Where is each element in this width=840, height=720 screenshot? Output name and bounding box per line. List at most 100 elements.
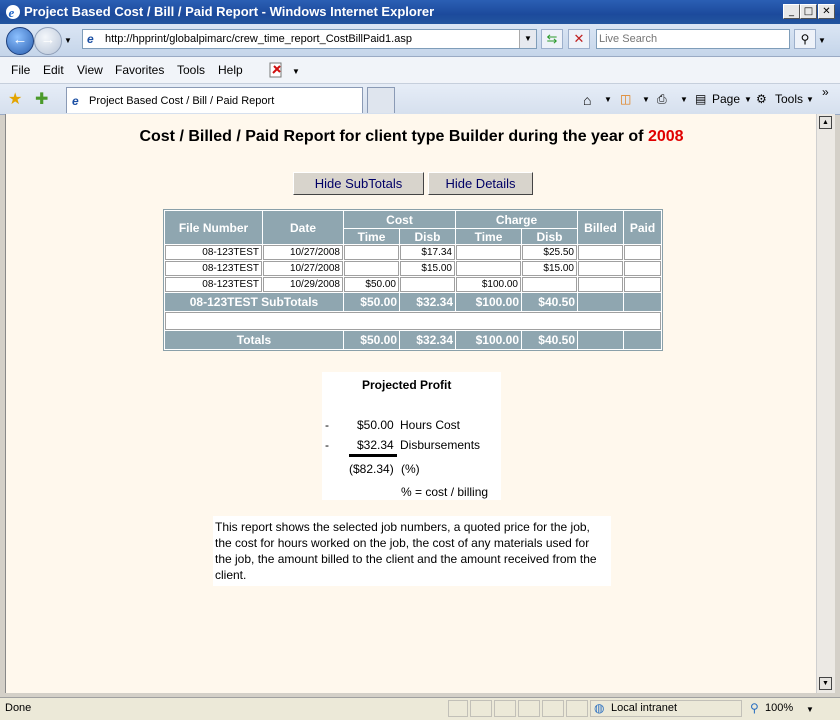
scroll-up-icon[interactable]: ▲ — [819, 116, 832, 129]
stop-button[interactable]: ✕ — [568, 29, 590, 49]
vertical-scrollbar[interactable]: ▲ ▼ — [816, 114, 835, 693]
status-pane — [448, 700, 468, 717]
report-heading: Cost / Billed / Paid Report for client t… — [6, 128, 817, 146]
status-pane — [470, 700, 492, 717]
hours-dash: - — [325, 418, 329, 432]
cell-charge-disb — [522, 277, 577, 292]
search-icon: ⚲ — [800, 32, 810, 46]
col-file-number: File Number — [165, 211, 262, 244]
back-arrow-icon: ← — [12, 31, 28, 48]
menu-edit[interactable]: Edit — [43, 63, 64, 77]
add-favorite-star-icon[interactable]: ✚ — [35, 89, 48, 109]
status-pane — [542, 700, 564, 717]
totals-row: Totals $50.00 $32.34 $100.00 $40.50 — [165, 331, 661, 349]
tab-report[interactable]: e Project Based Cost / Bill / Paid Repor… — [66, 87, 363, 113]
search-box[interactable] — [596, 29, 790, 49]
more-commands-chevron-icon[interactable]: » — [822, 85, 829, 99]
col-paid: Paid — [624, 211, 661, 244]
print-dropdown-icon[interactable]: ▼ — [680, 95, 688, 104]
totals-charge-time: $100.00 — [456, 331, 521, 349]
col-cost-time: Time — [344, 229, 399, 244]
zoom-icon[interactable]: ⚲ — [750, 701, 759, 715]
cell-cost-time — [344, 261, 399, 276]
search-options-dropdown-icon[interactable]: ▼ — [818, 36, 826, 45]
tab-label: Project Based Cost / Bill / Paid Report — [89, 95, 275, 107]
new-tab-button[interactable] — [367, 87, 395, 113]
tab-bar: ★ ✚ e Project Based Cost / Bill / Paid R… — [0, 84, 840, 115]
search-button[interactable]: ⚲ — [794, 29, 816, 49]
col-cost-disb: Disb — [400, 229, 455, 244]
page-dropdown-icon[interactable]: ▼ — [744, 95, 752, 104]
cell-file: 08-123TEST — [165, 277, 262, 292]
cell-charge-disb: $15.00 — [522, 261, 577, 276]
menu-favorites[interactable]: Favorites — [115, 63, 164, 77]
zoom-dropdown-icon[interactable]: ▼ — [806, 705, 814, 714]
forward-button[interactable]: → — [34, 27, 62, 55]
report-description: This report shows the selected job numbe… — [213, 516, 611, 586]
col-billed: Billed — [578, 211, 623, 244]
cell-file: 08-123TEST — [165, 245, 262, 260]
profit-title: Projected Profit — [362, 378, 452, 392]
home-icon[interactable]: ⌂ — [583, 92, 591, 108]
page-icon: e — [72, 94, 79, 108]
print-icon[interactable]: ⎙ — [657, 92, 667, 107]
col-date: Date — [263, 211, 343, 244]
cell-paid — [624, 261, 661, 276]
totals-label: Totals — [165, 331, 343, 349]
feeds-icon[interactable]: ◫ — [620, 92, 631, 106]
disb-dash: - — [325, 438, 329, 452]
menu-file[interactable]: File — [11, 63, 30, 77]
cell-charge-time — [456, 261, 521, 276]
menu-tools[interactable]: Tools — [177, 63, 205, 77]
page-menu[interactable]: Page — [712, 92, 740, 106]
recent-pages-dropdown-icon[interactable]: ▼ — [64, 36, 72, 45]
col-charge: Charge — [456, 211, 577, 228]
pdf-convert-icon[interactable] — [268, 62, 286, 78]
hours-cost-label: Hours Cost — [400, 418, 461, 432]
hours-cost-value: $50.00 — [357, 418, 394, 432]
address-dropdown-icon[interactable]: ▼ — [519, 30, 536, 48]
hide-subtotals-button[interactable]: Hide SubTotals — [293, 172, 424, 195]
menu-view[interactable]: View — [77, 63, 103, 77]
profit-formula: % = cost / billing — [401, 485, 489, 499]
subtotal-charge-time: $100.00 — [456, 293, 521, 311]
status-text: Done — [5, 702, 32, 714]
status-bar: Done ◍ Local intranet ⚲ 100% ▼ — [0, 697, 840, 720]
status-pane — [566, 700, 588, 717]
scroll-down-icon[interactable]: ▼ — [819, 677, 832, 690]
home-dropdown-icon[interactable]: ▼ — [604, 95, 612, 104]
cell-charge-time — [456, 245, 521, 260]
maximize-button[interactable]: □ — [800, 4, 817, 19]
forward-arrow-icon: → — [40, 31, 56, 48]
search-input[interactable] — [599, 31, 784, 47]
report-table: File Number Date Cost Charge Billed Paid… — [163, 209, 663, 351]
subtotal-paid — [624, 293, 661, 311]
feeds-dropdown-icon[interactable]: ▼ — [642, 95, 650, 104]
address-url[interactable]: http://hpprint/globalpimarc/crew_time_re… — [105, 33, 412, 45]
pdf-dropdown-icon[interactable]: ▼ — [292, 67, 300, 76]
minimize-button[interactable]: _ — [783, 4, 800, 19]
projected-profit-panel: Projected Profit - $50.00 Hours Cost - $… — [322, 372, 501, 500]
spacer-cell — [165, 312, 661, 330]
totals-cost-disb: $32.34 — [400, 331, 455, 349]
close-button[interactable]: ✕ — [818, 4, 835, 19]
navigation-bar: ← → ▼ e http://hpprint/globalpimarc/crew… — [0, 24, 840, 57]
page-icon: e — [87, 32, 94, 46]
totals-paid — [624, 331, 661, 349]
cell-cost-time: $50.00 — [344, 277, 399, 292]
zoom-level[interactable]: 100% — [765, 702, 793, 714]
status-pane — [494, 700, 516, 717]
table-row: 08-123TEST 10/29/2008 $50.00 $100.00 — [165, 277, 661, 292]
favorites-center-star-icon[interactable]: ★ — [8, 89, 22, 109]
hide-details-button[interactable]: Hide Details — [428, 172, 533, 195]
back-button[interactable]: ← — [6, 27, 34, 55]
address-bar[interactable]: e http://hpprint/globalpimarc/crew_time_… — [82, 29, 537, 49]
tools-menu[interactable]: Tools — [775, 92, 803, 106]
totals-cost-time: $50.00 — [344, 331, 399, 349]
profit-percent: (%) — [401, 462, 420, 476]
tools-dropdown-icon[interactable]: ▼ — [806, 95, 814, 104]
menu-help[interactable]: Help — [218, 63, 243, 77]
subtotal-label: 08-123TEST SubTotals — [165, 293, 343, 311]
refresh-button[interactable]: ⇆ — [541, 29, 563, 49]
cell-date: 10/27/2008 — [263, 245, 343, 260]
